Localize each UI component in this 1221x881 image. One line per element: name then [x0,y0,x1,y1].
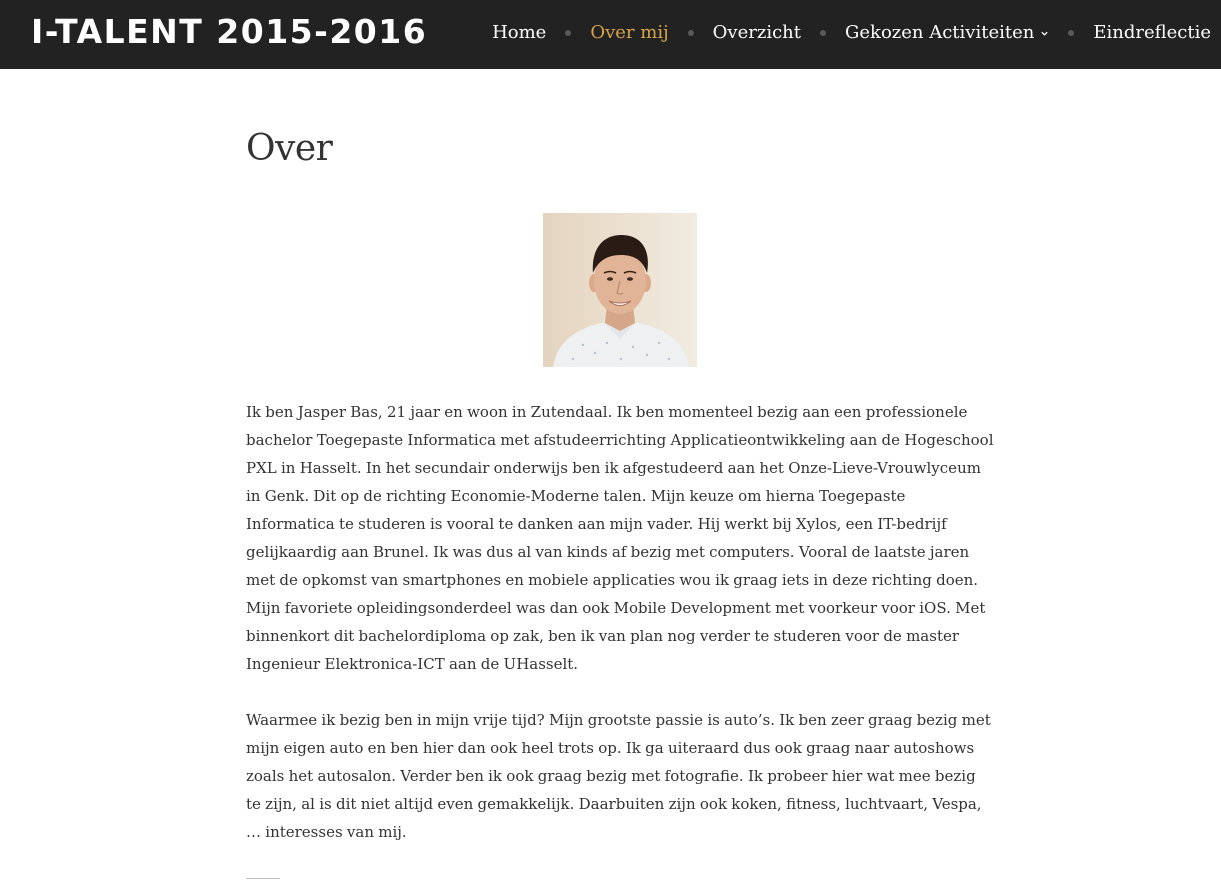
site-header: I-TALENT 2015-2016 Home Over mij Overzic… [0,0,1221,69]
content-divider [246,878,280,879]
page-content: Over Ik ben Jasper Bas, 21 jaar en woon … [246,118,994,879]
nav-separator-dot [820,30,826,36]
about-text: Ik ben Jasper Bas, 21 jaar en woon in Zu… [246,398,994,874]
page-title: Over [246,128,333,169]
site-title-link[interactable]: I-TALENT 2015-2016 [31,10,427,54]
main-navigation: Home Over mij Overzicht Gekozen Activite… [492,20,1211,46]
nav-item-home[interactable]: Home [492,20,546,46]
about-paragraph: Ik ben Jasper Bas, 21 jaar en woon in Zu… [246,403,994,673]
nav-separator-dot [1068,30,1075,36]
nav-item-overzicht[interactable]: Overzicht [713,20,801,46]
about-paragraph: Waarmee ik bezig ben in mijn vrije tijd?… [246,711,991,841]
nav-item-over-mij[interactable]: Over mij [590,20,668,46]
profile-photo [543,213,697,367]
nav-separator-dot [565,30,572,36]
chevron-down-icon [1041,31,1048,36]
nav-item-eindreflectie[interactable]: Eindreflectie [1093,20,1211,46]
portrait-photo [543,213,697,367]
nav-item-gekozen-activiteiten[interactable]: Gekozen Activiteiten [845,20,1049,46]
nav-separator-dot [687,30,694,36]
nav-item-label: Gekozen Activiteiten [845,22,1035,43]
